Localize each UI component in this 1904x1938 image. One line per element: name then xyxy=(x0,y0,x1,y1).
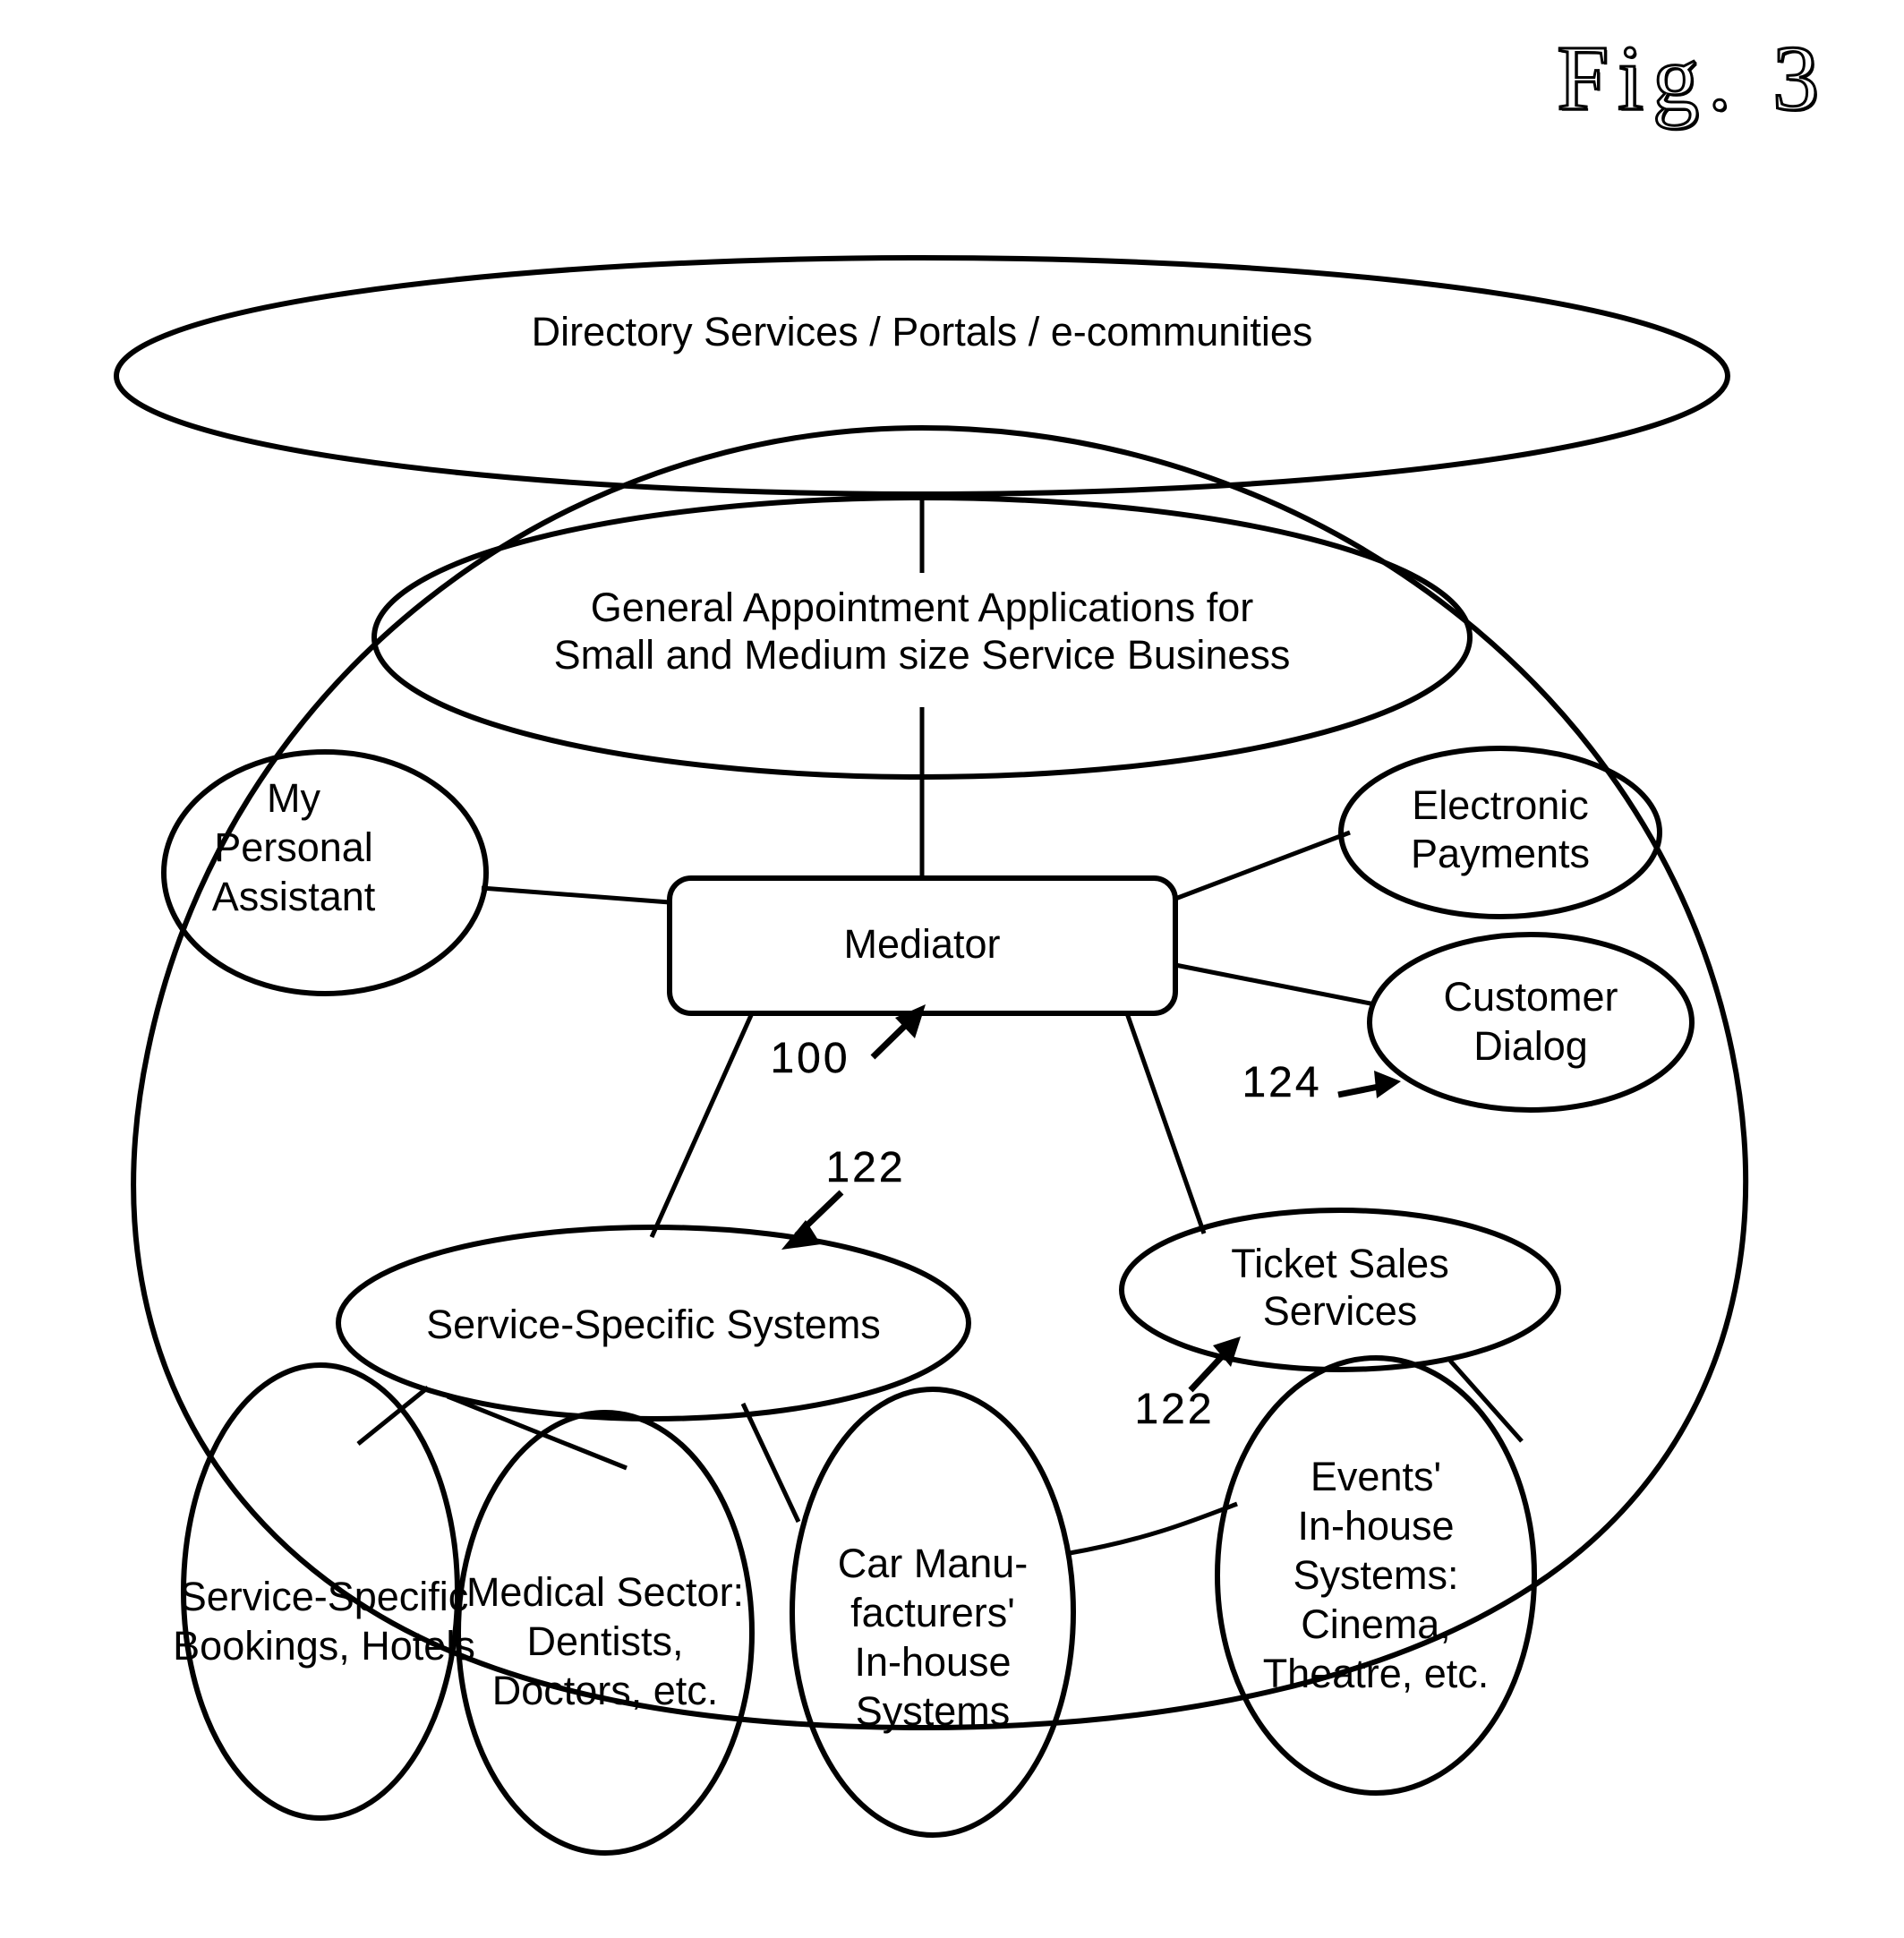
ref-numeral-122-ticket-sales: 122 xyxy=(1134,1386,1214,1433)
connector-mediator-to-customer-dialog xyxy=(1174,962,1376,1007)
node-customer-dialog-line2: Dialog xyxy=(1473,1023,1588,1069)
ref-numeral-100: 100 xyxy=(770,1035,850,1082)
connector-car-to-events xyxy=(1069,1501,1238,1556)
node-medical-sector-line3: Doctors, etc. xyxy=(492,1668,719,1713)
node-events-line5: Theatre, etc. xyxy=(1263,1651,1490,1696)
ref-124-arrowhead xyxy=(1374,1071,1401,1098)
node-events-line1: Events' xyxy=(1311,1454,1441,1499)
ref-122-ticket-leader xyxy=(1188,1349,1229,1393)
node-directory-services-label: Directory Services / Portals / e-communi… xyxy=(532,309,1313,354)
connector-mediator-to-service-specific-systems xyxy=(649,1012,755,1239)
ref-numeral-122-sss-group: 122 xyxy=(781,1144,905,1250)
node-events-line2: In-house xyxy=(1297,1503,1454,1549)
ref-numeral-124-group: 124 xyxy=(1242,1059,1401,1106)
node-my-personal-assistant-line3: Assistant xyxy=(212,874,376,919)
node-car-manufacturers-line3: In-house xyxy=(854,1639,1011,1685)
node-electronic-payments-line1: Electronic xyxy=(1412,782,1589,828)
connector-mediator-to-personal-assistant xyxy=(481,885,670,905)
node-my-personal-assistant-line1: My xyxy=(267,775,320,821)
node-car-manufacturers-line2: facturers' xyxy=(850,1590,1015,1635)
figure-title: Fig. 3 xyxy=(1556,26,1828,132)
node-electronic-payments-line2: Payments xyxy=(1411,831,1590,876)
figure-root: Fig. 3 Directory Services / Portals / e-… xyxy=(0,0,1904,1938)
node-medical-sector-line2: Dentists, xyxy=(526,1618,683,1664)
ref-numeral-122-service-specific: 122 xyxy=(825,1144,905,1191)
node-events-line4: Cinema, xyxy=(1301,1601,1451,1647)
node-service-specific-bookings-line1: Service-Specific xyxy=(180,1574,469,1619)
connector-mediator-to-ticket-sales xyxy=(1124,1012,1207,1234)
node-medical-sector-line1: Medical Sector: xyxy=(466,1569,744,1615)
node-general-appointment-line2: Small and Medium size Service Business xyxy=(554,632,1291,678)
node-service-specific-bookings-line2: Bookings, Hotels xyxy=(173,1623,475,1669)
node-my-personal-assistant-line2: Personal xyxy=(214,824,373,870)
node-customer-dialog-line1: Customer xyxy=(1443,974,1618,1020)
node-directory-services[interactable] xyxy=(114,255,1730,497)
node-mediator-label: Mediator xyxy=(843,921,1000,967)
node-car-manufacturers-line1: Car Manu- xyxy=(838,1541,1029,1586)
node-ticket-sales-line1: Ticket Sales xyxy=(1231,1241,1448,1286)
connector-sss-to-medical xyxy=(447,1394,628,1471)
node-service-specific-systems-label: Service-Specific Systems xyxy=(426,1302,881,1347)
connector-ticket-to-events xyxy=(1448,1359,1524,1443)
node-car-manufacturers-line4: Systems xyxy=(856,1688,1011,1734)
patent-diagram: Directory Services / Portals / e-communi… xyxy=(114,255,1749,1856)
node-ticket-sales-line2: Services xyxy=(1263,1288,1418,1334)
connector-sss-to-car-manufacturers xyxy=(740,1402,801,1524)
ref-numeral-124: 124 xyxy=(1242,1059,1321,1106)
ref-numeral-122-ticket-group: 122 xyxy=(1134,1336,1241,1433)
connector-mediator-to-electronic-payments xyxy=(1174,830,1351,901)
node-events-line3: Systems: xyxy=(1293,1552,1458,1598)
ref-numeral-100-group: 100 xyxy=(770,1004,926,1082)
node-general-appointment-line1: General Appointment Applications for xyxy=(591,585,1253,630)
